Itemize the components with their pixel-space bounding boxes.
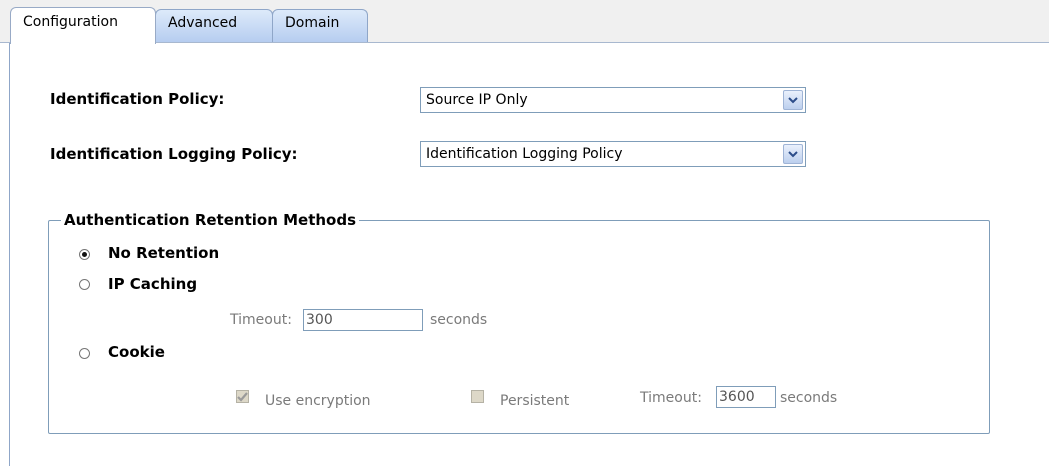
identification-logging-policy-value: Identification Logging Policy <box>426 146 623 162</box>
persistent-label: Persistent <box>500 393 570 409</box>
no-retention-radio[interactable] <box>79 249 90 260</box>
identification-logging-policy-select[interactable]: Identification Logging Policy <box>420 141 806 167</box>
ip-caching-label: IP Caching <box>108 275 198 293</box>
use-encryption-checkbox[interactable] <box>236 390 249 403</box>
identification-policy-value: Source IP Only <box>426 92 528 108</box>
chevron-down-icon[interactable] <box>783 144 803 164</box>
ip-caching-timeout-label: Timeout: <box>230 312 292 328</box>
ip-caching-timeout-input[interactable]: 300 <box>303 309 423 331</box>
identification-policy-label: Identification Policy: <box>50 90 225 108</box>
cookie-timeout-label: Timeout: <box>640 390 702 406</box>
authentication-retention-methods-legend: Authentication Retention Methods <box>64 211 357 229</box>
chevron-down-icon[interactable] <box>783 90 803 110</box>
cookie-timeout-input[interactable]: 3600 <box>716 386 776 408</box>
radio-selected-dot <box>82 252 87 257</box>
cookie-radio[interactable] <box>79 348 90 359</box>
cookie-label: Cookie <box>108 343 165 361</box>
identification-logging-policy-label: Identification Logging Policy: <box>50 145 298 163</box>
configuration-panel: Identification Policy: Source IP Only Id… <box>9 43 1049 466</box>
tab-strip: Configuration Advanced Domain <box>0 0 1049 44</box>
cookie-seconds-label: seconds <box>780 390 838 406</box>
ip-caching-radio[interactable] <box>79 279 90 290</box>
identification-policy-select[interactable]: Source IP Only <box>420 87 806 113</box>
no-retention-label: No Retention <box>108 244 220 262</box>
checkmark-icon <box>237 391 248 402</box>
use-encryption-label: Use encryption <box>265 393 371 409</box>
tab-domain[interactable]: Domain <box>272 9 368 42</box>
ip-caching-seconds-label: seconds <box>430 312 488 328</box>
tab-configuration[interactable]: Configuration <box>10 7 156 44</box>
persistent-checkbox[interactable] <box>471 390 484 403</box>
tab-advanced[interactable]: Advanced <box>155 9 273 42</box>
